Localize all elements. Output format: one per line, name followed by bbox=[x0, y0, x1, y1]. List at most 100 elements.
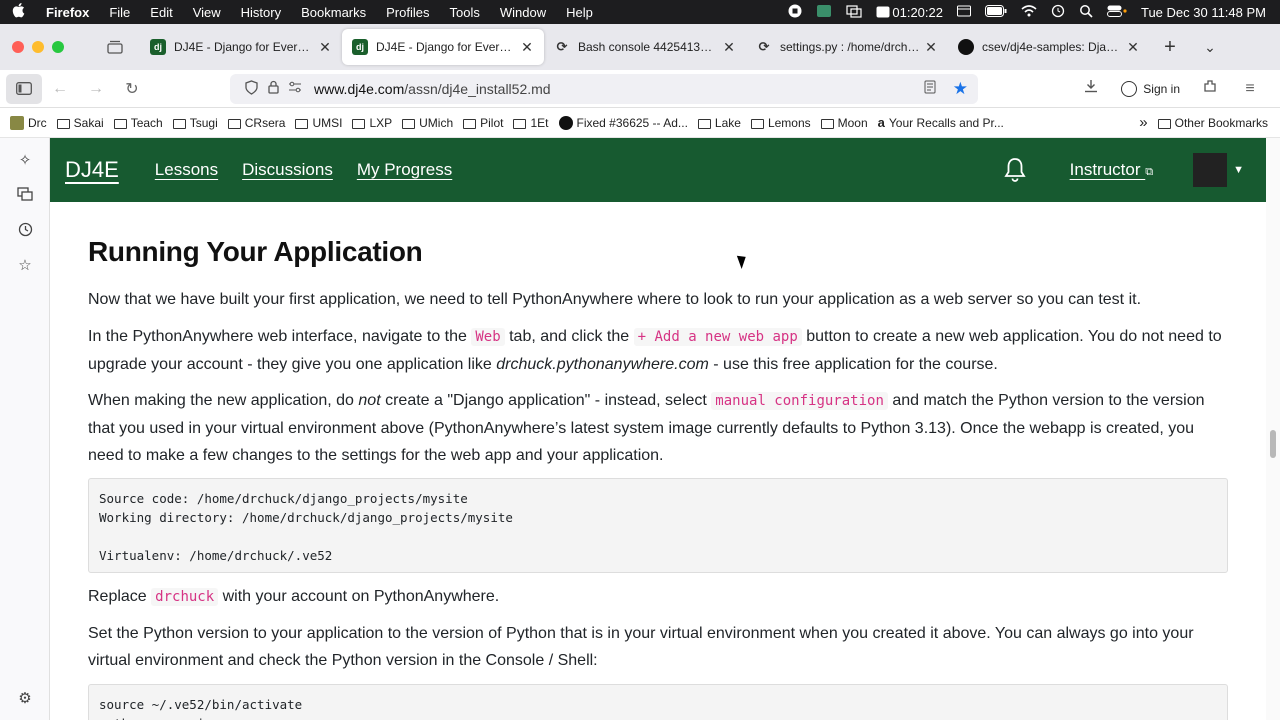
bookmark-folder[interactable]: UMSI bbox=[295, 116, 342, 130]
menu-profiles[interactable]: Profiles bbox=[376, 5, 439, 20]
notifications-bell-icon[interactable] bbox=[1000, 155, 1030, 185]
tracking-shield-icon[interactable] bbox=[240, 79, 262, 98]
bookmark-folder[interactable]: UMich bbox=[402, 116, 453, 130]
screen-mirror-icon[interactable] bbox=[846, 4, 862, 21]
back-arrow-icon[interactable]: ← bbox=[42, 80, 78, 98]
wifi-icon[interactable] bbox=[1021, 4, 1037, 20]
page-scrollbar[interactable] bbox=[1266, 138, 1280, 720]
bookmark-folder[interactable]: Sakai bbox=[56, 116, 104, 130]
bookmark-folder[interactable]: Tsugi bbox=[172, 116, 218, 130]
menu-view[interactable]: View bbox=[183, 5, 231, 20]
bookmark-folder[interactable]: Moon bbox=[820, 116, 868, 130]
pythonanywhere-favicon-icon: ⟳ bbox=[758, 39, 770, 54]
site-brand-link[interactable]: DJ4E bbox=[65, 157, 119, 183]
bookmark-label: 1Et bbox=[530, 115, 549, 130]
code-block-activate[interactable]: source ~/.ve52/bin/activate python --ver… bbox=[88, 684, 1228, 720]
menu-help[interactable]: Help bbox=[556, 5, 603, 20]
nav-lessons-link[interactable]: Lessons bbox=[155, 160, 218, 180]
address-bar[interactable]: www.dj4e.com/assn/dj4e_install52.md ★ bbox=[230, 73, 978, 104]
browser-tab[interactable]: ⟳ Bash console 44254134 : drchuck ✕ bbox=[544, 29, 746, 65]
paragraph-python-version: Set the Python version to your applicati… bbox=[88, 625, 1194, 669]
hamburger-menu-icon[interactable]: ≡ bbox=[1232, 80, 1268, 98]
bookmark-item[interactable]: Drc bbox=[10, 115, 47, 130]
fullscreen-window-button[interactable] bbox=[52, 41, 64, 53]
close-tab-icon[interactable]: ✕ bbox=[520, 39, 534, 56]
sign-in-button[interactable]: Sign in bbox=[1113, 77, 1188, 101]
bookmark-folder[interactable]: CRsera bbox=[227, 116, 285, 130]
synced-tabs-icon[interactable] bbox=[16, 187, 34, 205]
url-text[interactable]: www.dj4e.com/assn/dj4e_install52.md bbox=[314, 81, 919, 97]
close-tab-icon[interactable]: ✕ bbox=[722, 39, 736, 56]
reader-view-icon[interactable] bbox=[919, 80, 941, 97]
bookmark-item[interactable]: a Your Recalls and Pr... bbox=[878, 115, 1004, 130]
tab-overview-icon[interactable] bbox=[90, 40, 140, 54]
bookmark-folder[interactable]: LXP bbox=[352, 116, 392, 130]
bookmark-folder[interactable]: Pilot bbox=[463, 116, 503, 130]
close-tab-icon[interactable]: ✕ bbox=[924, 39, 938, 56]
firefox-sidebar: ✧ ☆ ⚙ bbox=[0, 138, 50, 720]
bookmark-item[interactable]: Fixed #36625 -- Ad... bbox=[558, 115, 688, 130]
sidebar-toggle-icon[interactable] bbox=[6, 73, 42, 104]
ai-sparkle-icon[interactable]: ✧ bbox=[16, 152, 34, 170]
browser-tab[interactable]: csev/dj4e-samples: Django ✕ bbox=[948, 29, 1150, 65]
record-stop-icon[interactable] bbox=[788, 4, 802, 21]
code-block-paths[interactable]: Source code: /home/drchuck/django_projec… bbox=[88, 478, 1228, 573]
minimize-window-button[interactable] bbox=[32, 41, 44, 53]
paragraph-new-application: When making the new application, do not … bbox=[88, 387, 1228, 469]
browser-tab[interactable]: dj DJ4E - Django for Everybody ✕ bbox=[140, 29, 342, 65]
scrollbar-thumb[interactable] bbox=[1270, 430, 1276, 458]
menubar-datetime[interactable]: Tue Dec 30 11:48 PM bbox=[1141, 5, 1266, 20]
bookmark-star-icon[interactable]: ★ bbox=[953, 79, 968, 99]
pythonanywhere-favicon-icon: ⟳ bbox=[556, 39, 568, 54]
user-avatar[interactable] bbox=[1193, 153, 1228, 187]
site-permissions-icon[interactable] bbox=[284, 81, 306, 96]
bookmark-folder[interactable]: Lake bbox=[697, 116, 741, 130]
calendar-icon[interactable] bbox=[956, 5, 971, 20]
timer-icon[interactable]: 01:20:22 bbox=[876, 5, 943, 20]
close-tab-icon[interactable]: ✕ bbox=[318, 39, 332, 56]
bookmark-folder[interactable]: Teach bbox=[113, 116, 163, 130]
bookmarks-star-icon[interactable]: ☆ bbox=[16, 257, 34, 275]
list-all-tabs-icon[interactable]: ⌄ bbox=[1190, 39, 1230, 56]
menu-history[interactable]: History bbox=[231, 5, 291, 20]
app-status-icon[interactable] bbox=[816, 4, 832, 21]
control-center-icon[interactable] bbox=[1106, 5, 1127, 20]
menu-edit[interactable]: Edit bbox=[140, 5, 182, 20]
menu-file[interactable]: File bbox=[99, 5, 140, 20]
browser-tab[interactable]: ⟳ settings.py : /home/drchuck/django ✕ bbox=[746, 29, 948, 65]
menu-window[interactable]: Window bbox=[490, 5, 556, 20]
battery-icon[interactable] bbox=[984, 4, 1007, 20]
new-tab-icon[interactable]: + bbox=[1150, 36, 1190, 59]
sidebar-settings-gear-icon[interactable]: ⚙ bbox=[16, 690, 34, 708]
menu-app-name[interactable]: Firefox bbox=[36, 5, 99, 20]
apple-menu-icon[interactable] bbox=[0, 2, 36, 22]
reload-icon[interactable]: ↻ bbox=[114, 79, 150, 99]
bookmark-folder[interactable]: Lemons bbox=[750, 116, 811, 130]
time-machine-icon[interactable] bbox=[1051, 4, 1065, 21]
github-favicon-icon bbox=[958, 39, 974, 55]
bookmark-label: Your Recalls and Pr... bbox=[888, 115, 1004, 130]
more-bookmarks-chevron-icon[interactable]: » bbox=[1139, 114, 1147, 131]
bookmark-folder[interactable]: 1Et bbox=[513, 115, 549, 130]
history-clock-icon[interactable] bbox=[16, 222, 34, 240]
text-segment: Replace bbox=[88, 588, 152, 605]
folder-icon bbox=[820, 118, 834, 129]
menu-bookmarks[interactable]: Bookmarks bbox=[291, 5, 376, 20]
bookmark-label: LXP bbox=[369, 115, 393, 130]
other-bookmarks-folder[interactable]: Other Bookmarks bbox=[1157, 116, 1268, 130]
section-heading: Running Your Application bbox=[88, 236, 423, 267]
spotlight-search-icon[interactable] bbox=[1079, 4, 1093, 21]
forward-arrow-icon[interactable]: → bbox=[78, 80, 114, 98]
downloads-icon[interactable] bbox=[1073, 79, 1109, 98]
close-window-button[interactable] bbox=[12, 41, 24, 53]
menu-tools[interactable]: Tools bbox=[440, 5, 490, 20]
user-menu-caret-icon[interactable]: ▼ bbox=[1233, 164, 1244, 176]
lock-icon[interactable] bbox=[262, 80, 284, 97]
close-tab-icon[interactable]: ✕ bbox=[1126, 39, 1140, 56]
emphasis-domain: drchuck.pythonanywhere.com bbox=[496, 356, 709, 373]
nav-my-progress-link[interactable]: My Progress bbox=[357, 160, 452, 180]
extensions-icon[interactable] bbox=[1192, 79, 1228, 98]
nav-discussions-link[interactable]: Discussions bbox=[242, 160, 333, 180]
instructor-link[interactable]: Instructor ⧉ bbox=[1070, 160, 1153, 180]
browser-tab-active[interactable]: dj DJ4E - Django for Everybody ✕ bbox=[342, 29, 544, 65]
